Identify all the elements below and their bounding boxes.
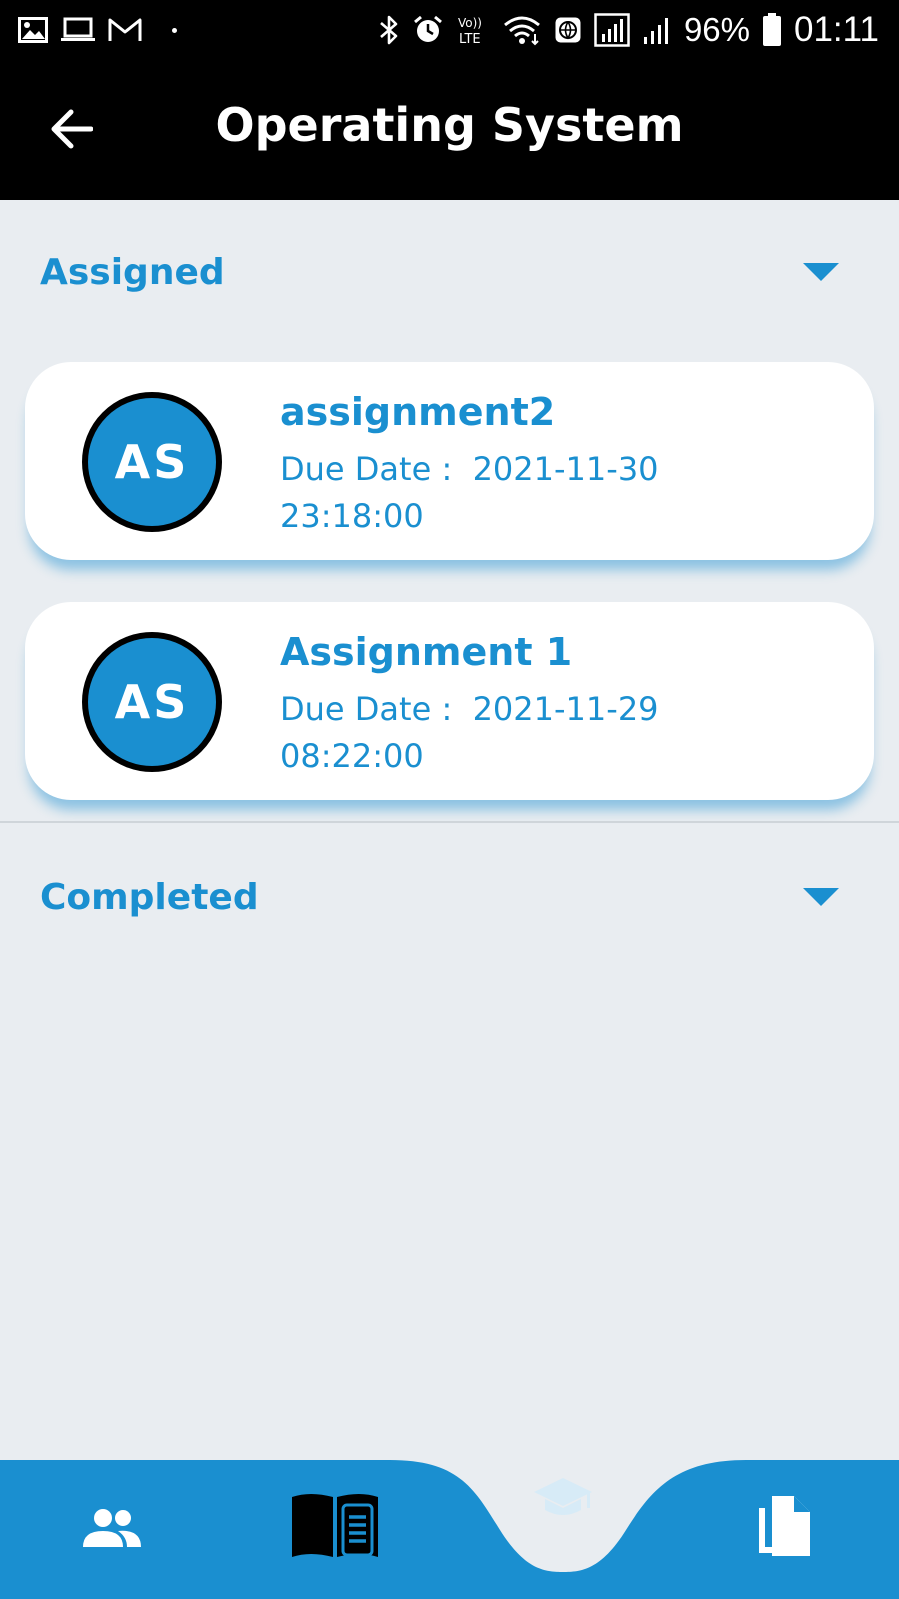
nav-documents-button[interactable]	[750, 1492, 820, 1562]
bluetooth-icon	[378, 14, 400, 46]
battery-icon	[762, 13, 782, 47]
people-icon	[81, 1507, 143, 1553]
signal-sim2-icon	[642, 14, 672, 46]
assignment-card[interactable]: AS assignment2 Due Date : 2021-11-30 23:…	[25, 362, 874, 560]
assignment-due-date: Due Date : 2021-11-29 08:22:00	[280, 690, 659, 775]
assigned-section-header[interactable]: Assigned	[0, 232, 899, 312]
status-left-icons	[18, 17, 177, 43]
graduation-cap-icon	[532, 1476, 594, 1524]
assignment-title: Assignment 1	[280, 630, 573, 674]
dot-icon	[172, 27, 177, 33]
alarm-icon	[412, 14, 444, 46]
avatar-initials: AS	[114, 435, 190, 489]
documents-icon	[758, 1494, 812, 1560]
image-icon	[18, 17, 48, 43]
svg-text:LTE: LTE	[459, 32, 481, 46]
status-bar: Vo)) LTE 96% 01:11	[0, 0, 899, 60]
status-time: 01:11	[794, 10, 879, 49]
assignment-due-date: Due Date : 2021-11-30 23:18:00	[280, 450, 659, 535]
vpn-icon	[554, 16, 582, 44]
completed-section-header[interactable]: Completed	[0, 857, 899, 937]
assignment-card[interactable]: AS Assignment 1 Due Date : 2021-11-29 08…	[25, 602, 874, 800]
laptop-icon	[60, 17, 96, 43]
assignment-title: assignment2	[280, 390, 556, 434]
battery-percent: 96%	[683, 11, 750, 48]
nav-book-button[interactable]	[285, 1488, 385, 1568]
nav-people-button[interactable]	[72, 1500, 152, 1560]
book-icon	[288, 1491, 382, 1565]
svg-text:Vo)): Vo))	[458, 16, 482, 30]
signal-sim1-icon	[594, 13, 630, 47]
page-title: Operating System	[215, 98, 684, 152]
completed-section-title: Completed	[40, 876, 259, 918]
caret-down-icon[interactable]	[803, 263, 839, 281]
volte-icon: Vo)) LTE	[456, 14, 490, 46]
bottom-navigation	[0, 1460, 899, 1599]
wifi-icon	[502, 14, 542, 46]
avatar: AS	[82, 632, 222, 772]
avatar-initials: AS	[114, 675, 190, 729]
nav-graduation-button[interactable]	[525, 1475, 601, 1525]
status-right-icons: Vo)) LTE 96% 01:11	[378, 10, 879, 50]
avatar: AS	[82, 392, 222, 532]
caret-down-icon[interactable]	[803, 888, 839, 906]
gmail-icon	[108, 17, 142, 43]
assigned-section-title: Assigned	[40, 251, 225, 293]
app-bar: Operating System	[0, 60, 899, 200]
section-divider	[0, 821, 899, 823]
